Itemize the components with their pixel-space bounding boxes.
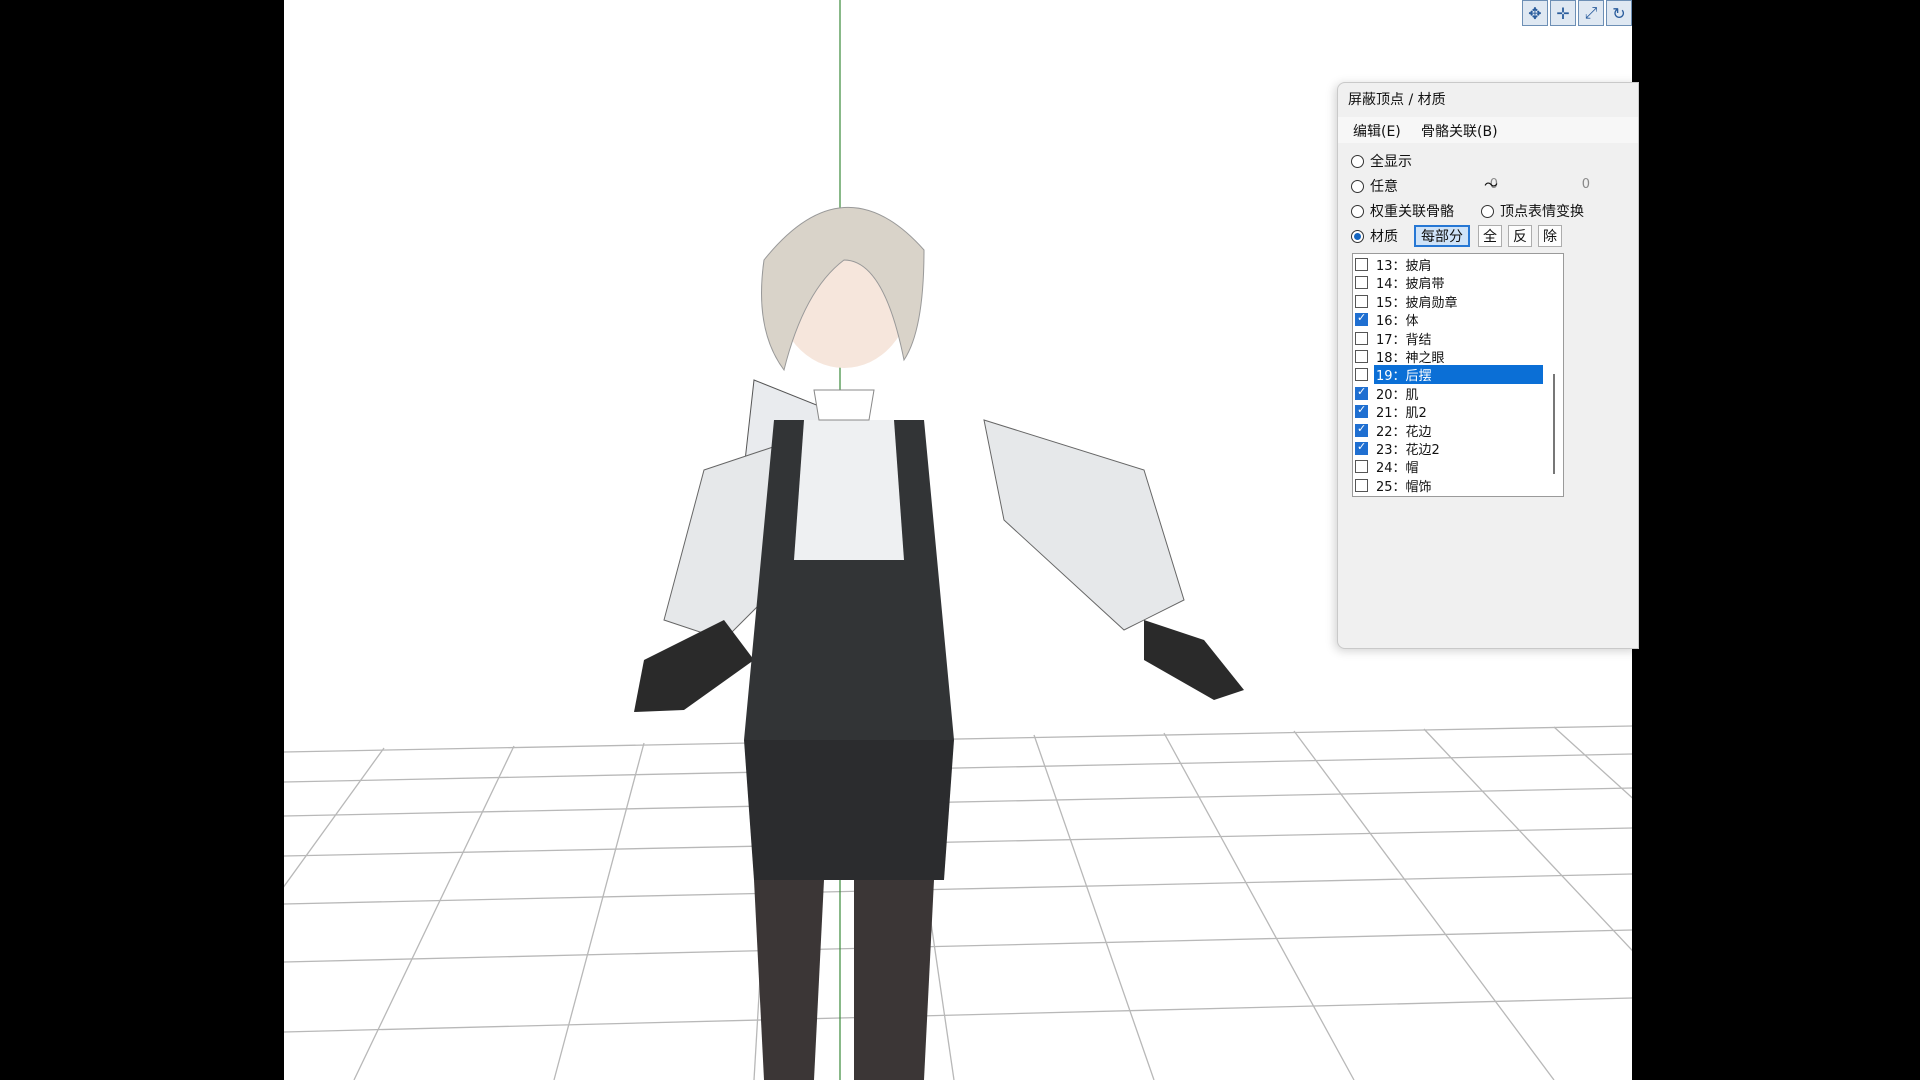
list-item[interactable]: 25：帽饰 bbox=[1355, 477, 1543, 495]
radio-label: 权重关联骨骼 bbox=[1370, 204, 1454, 220]
list-scrollbar[interactable] bbox=[1553, 374, 1555, 474]
radio-material[interactable]: 材质 bbox=[1351, 226, 1398, 246]
radio-label: 全显示 bbox=[1370, 154, 1412, 170]
material-label: 23：花边2 bbox=[1376, 443, 1440, 458]
radio-vertex-morph[interactable]: 顶点表情变换 bbox=[1481, 201, 1584, 221]
range-to-field[interactable]: 0 bbox=[1530, 177, 1590, 192]
move-icon[interactable]: ✥ bbox=[1522, 0, 1548, 26]
character-model bbox=[634, 206, 1244, 1080]
material-label: 15：披肩勋章 bbox=[1376, 295, 1458, 311]
list-item[interactable]: 24：帽 bbox=[1355, 458, 1543, 477]
menu-bone-link[interactable]: 骨骼关联(B) bbox=[1421, 121, 1498, 141]
material-list[interactable]: 13：披肩 14：披肩带 15：披肩勋章 16：体 17：背结 18：神之眼19：后摆 20… bbox=[1352, 253, 1564, 497]
material-checkbox[interactable] bbox=[1355, 331, 1368, 345]
mask-vertex-material-dialog: 屏蔽顶点 / 材质 编辑(E) 骨骼关联(B) 全显示 任意 0 ～ 0 权重关… bbox=[1337, 82, 1639, 649]
radio-icon bbox=[1351, 154, 1364, 168]
material-label: 20：肌 bbox=[1376, 387, 1419, 403]
material-label: 14：披肩带 bbox=[1376, 277, 1445, 293]
range-separator: ～ bbox=[1484, 178, 1498, 194]
radio-label: 顶点表情变换 bbox=[1500, 204, 1584, 220]
material-checkbox[interactable] bbox=[1355, 350, 1368, 363]
radio-label: 任意 bbox=[1370, 179, 1398, 195]
material-checkbox[interactable] bbox=[1355, 311, 1368, 327]
rotate-icon[interactable]: ↻ bbox=[1606, 0, 1632, 26]
invert-button[interactable]: 反 bbox=[1508, 225, 1532, 247]
list-item[interactable]: 17：背结 bbox=[1355, 330, 1543, 348]
menu-bar: 编辑(E) 骨骼关联(B) bbox=[1338, 117, 1638, 143]
material-checkbox[interactable] bbox=[1355, 294, 1368, 308]
dialog-title: 屏蔽顶点 / 材质 bbox=[1348, 92, 1446, 108]
list-item[interactable]: 15：披肩勋章 bbox=[1355, 293, 1543, 311]
material-label: 19：后摆 bbox=[1374, 365, 1543, 385]
view-toolbar: ✥ ✛ ⤢ ↻ bbox=[1522, 0, 1632, 26]
remove-button[interactable]: 除 bbox=[1538, 225, 1562, 247]
radio-icon bbox=[1351, 229, 1364, 243]
radio-arbitrary[interactable]: 任意 bbox=[1351, 176, 1398, 196]
material-label: 17：背结 bbox=[1376, 332, 1432, 348]
select-all-button[interactable]: 全 bbox=[1478, 225, 1502, 247]
list-item[interactable]: 14：披肩带 bbox=[1355, 274, 1543, 293]
rotate-axis-icon[interactable]: ⤢ bbox=[1578, 0, 1604, 26]
material-label: 22：花边 bbox=[1376, 424, 1432, 440]
list-item[interactable]: 13：披肩 bbox=[1355, 256, 1543, 274]
material-label: 13：披肩 bbox=[1376, 259, 1432, 274]
material-checkbox[interactable] bbox=[1355, 276, 1368, 290]
radio-icon bbox=[1351, 179, 1364, 193]
material-label: 24：帽 bbox=[1376, 461, 1419, 477]
material-label: 25：帽饰 bbox=[1376, 479, 1432, 495]
list-item[interactable]: 21：肌2 bbox=[1355, 403, 1543, 422]
translate-icon[interactable]: ✛ bbox=[1550, 0, 1576, 26]
material-checkbox[interactable] bbox=[1355, 460, 1368, 474]
material-checkbox[interactable] bbox=[1355, 440, 1368, 455]
material-label: 16：体 bbox=[1376, 314, 1419, 330]
material-checkbox[interactable] bbox=[1355, 403, 1368, 419]
list-item[interactable]: 23：花边2 bbox=[1355, 440, 1543, 458]
list-item[interactable]: 19：后摆 bbox=[1355, 365, 1543, 385]
material-checkbox[interactable] bbox=[1355, 478, 1368, 492]
radio-show-all[interactable]: 全显示 bbox=[1351, 151, 1412, 171]
radio-weight-bone[interactable]: 权重关联骨骼 bbox=[1351, 201, 1454, 221]
menu-edit[interactable]: 编辑(E) bbox=[1353, 121, 1401, 141]
material-checkbox[interactable] bbox=[1355, 368, 1368, 382]
list-item[interactable]: 16：体 bbox=[1355, 311, 1543, 330]
material-checkbox[interactable] bbox=[1355, 258, 1368, 271]
material-checkbox[interactable] bbox=[1355, 422, 1368, 437]
radio-icon bbox=[1481, 204, 1494, 218]
material-checkbox[interactable] bbox=[1355, 385, 1368, 400]
material-label: 21：肌2 bbox=[1376, 406, 1427, 422]
material-label: 18：神之眼 bbox=[1376, 351, 1445, 366]
list-item[interactable]: 22：花边 bbox=[1355, 422, 1543, 440]
radio-icon bbox=[1351, 204, 1364, 218]
list-item[interactable]: 20：肌 bbox=[1355, 385, 1543, 403]
radio-label: 材质 bbox=[1370, 229, 1398, 245]
list-item[interactable]: 18：神之眼 bbox=[1355, 348, 1543, 366]
per-part-button[interactable]: 每部分 bbox=[1414, 225, 1470, 247]
